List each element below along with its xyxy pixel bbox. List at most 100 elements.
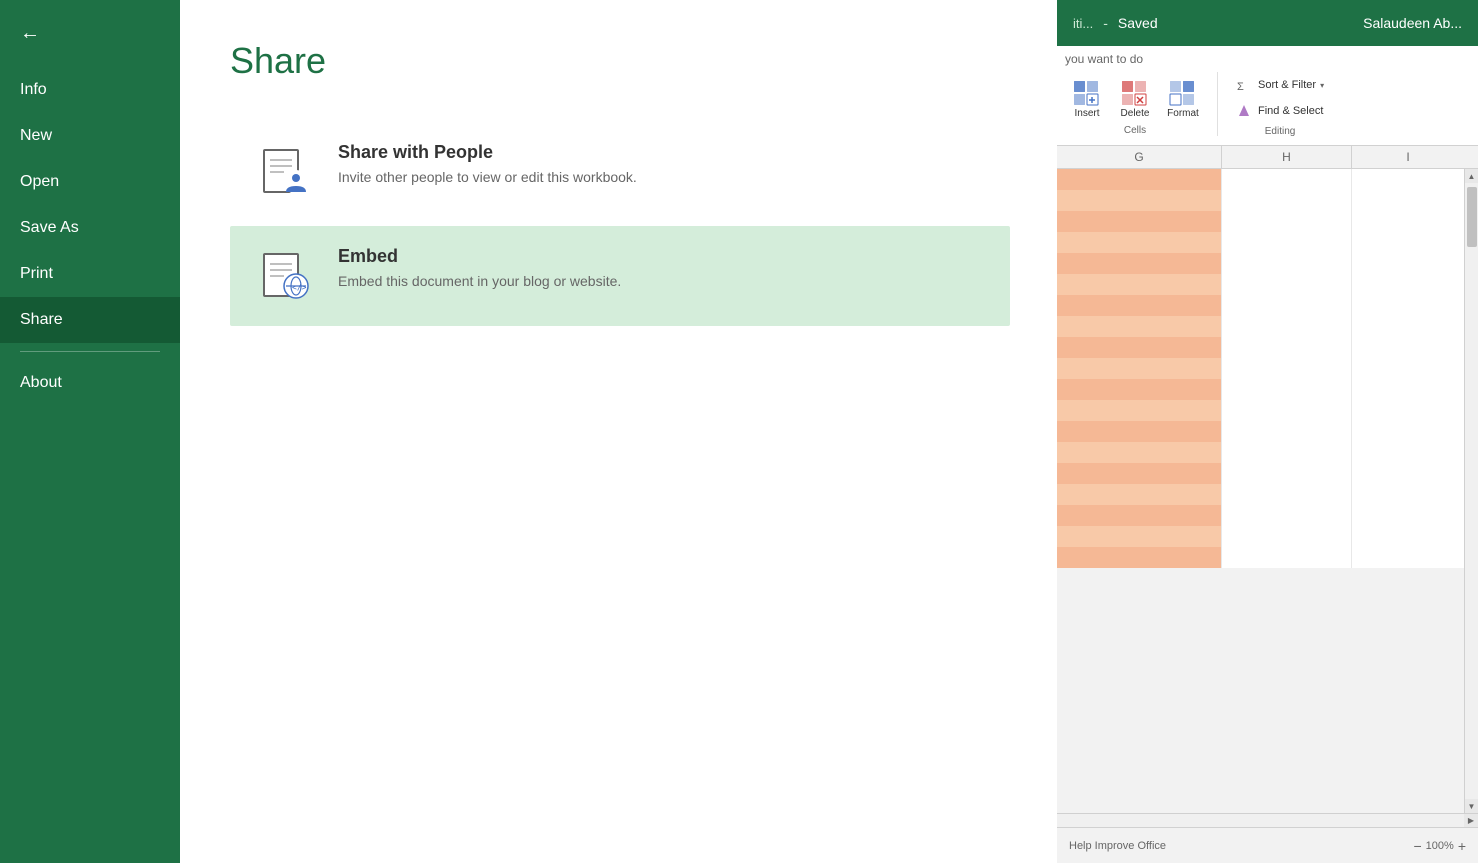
share-people-desc: Invite other people to view or edit this…	[338, 169, 637, 185]
cell-i[interactable]	[1352, 547, 1464, 568]
cell-i[interactable]	[1352, 379, 1464, 400]
delete-label: Delete	[1121, 108, 1150, 119]
cell-i[interactable]	[1352, 463, 1464, 484]
cell-h[interactable]	[1222, 442, 1352, 463]
cell-i[interactable]	[1352, 400, 1464, 421]
cell-h[interactable]	[1222, 379, 1352, 400]
grid-rows	[1057, 169, 1464, 568]
cell-h[interactable]	[1222, 337, 1352, 358]
main-content: Share Share with People Invite other peo…	[180, 0, 1060, 863]
grid-row	[1057, 274, 1464, 295]
grid-row	[1057, 337, 1464, 358]
cell-g[interactable]	[1057, 316, 1222, 337]
cell-g[interactable]	[1057, 547, 1222, 568]
grid-row	[1057, 358, 1464, 379]
cell-h[interactable]	[1222, 547, 1352, 568]
excel-title-partial: iti...	[1073, 16, 1093, 31]
vertical-scrollbar[interactable]: ▲ ▼	[1464, 169, 1478, 813]
cell-h[interactable]	[1222, 232, 1352, 253]
sidebar-item-about[interactable]: About	[0, 360, 180, 406]
cell-g[interactable]	[1057, 358, 1222, 379]
cell-h[interactable]	[1222, 505, 1352, 526]
cell-i[interactable]	[1352, 337, 1464, 358]
cell-i[interactable]	[1352, 358, 1464, 379]
cell-h[interactable]	[1222, 295, 1352, 316]
cell-i[interactable]	[1352, 232, 1464, 253]
format-button[interactable]: Format	[1161, 72, 1205, 123]
cell-i[interactable]	[1352, 316, 1464, 337]
cell-g[interactable]	[1057, 505, 1222, 526]
cell-h[interactable]	[1222, 463, 1352, 484]
grid-row	[1057, 316, 1464, 337]
insert-button[interactable]: Insert	[1065, 72, 1109, 123]
cell-g[interactable]	[1057, 232, 1222, 253]
delete-button[interactable]: Delete	[1113, 72, 1157, 123]
cell-i[interactable]	[1352, 190, 1464, 211]
sidebar-item-save-as[interactable]: Save As	[0, 205, 180, 251]
cell-h[interactable]	[1222, 190, 1352, 211]
cell-h[interactable]	[1222, 484, 1352, 505]
find-select-button[interactable]: Find & Select	[1230, 98, 1330, 124]
zoom-minus-btn[interactable]: −	[1413, 838, 1421, 854]
cell-i[interactable]	[1352, 421, 1464, 442]
share-with-people-option[interactable]: Share with People Invite other people to…	[230, 122, 1010, 222]
cell-g[interactable]	[1057, 442, 1222, 463]
embed-icon: </>	[254, 246, 314, 306]
cell-g[interactable]	[1057, 484, 1222, 505]
cell-h[interactable]	[1222, 274, 1352, 295]
cell-h[interactable]	[1222, 211, 1352, 232]
cell-i[interactable]	[1352, 295, 1464, 316]
grid-row	[1057, 505, 1464, 526]
cell-i[interactable]	[1352, 253, 1464, 274]
cell-i[interactable]	[1352, 484, 1464, 505]
cell-g[interactable]	[1057, 295, 1222, 316]
sidebar-item-info[interactable]: Info	[0, 67, 180, 113]
cell-g[interactable]	[1057, 274, 1222, 295]
sort-filter-chevron: ▾	[1320, 81, 1324, 90]
sidebar-item-open[interactable]: Open	[0, 159, 180, 205]
cell-g[interactable]	[1057, 463, 1222, 484]
excel-header: iti... - Saved Salaudeen Ab...	[1057, 0, 1478, 46]
scroll-right-arrow[interactable]: ▶	[1464, 814, 1478, 828]
back-button[interactable]: ←	[0, 0, 180, 67]
insert-icon	[1071, 76, 1103, 108]
cell-g[interactable]	[1057, 400, 1222, 421]
cell-g[interactable]	[1057, 211, 1222, 232]
cell-i[interactable]	[1352, 526, 1464, 547]
cell-g[interactable]	[1057, 526, 1222, 547]
cell-h[interactable]	[1222, 358, 1352, 379]
scroll-thumb[interactable]	[1467, 187, 1477, 247]
sort-filter-button[interactable]: Σ Sort & Filter ▾	[1230, 72, 1330, 98]
cell-g[interactable]	[1057, 337, 1222, 358]
grid-row	[1057, 232, 1464, 253]
horizontal-scrollbar[interactable]: ▶	[1057, 813, 1478, 827]
sidebar-item-share[interactable]: Share	[0, 297, 180, 343]
cell-g[interactable]	[1057, 253, 1222, 274]
cell-h[interactable]	[1222, 169, 1352, 190]
cell-g[interactable]	[1057, 169, 1222, 190]
editing-group-label: Editing	[1230, 126, 1330, 137]
zoom-plus-btn[interactable]: +	[1458, 838, 1466, 854]
cell-g[interactable]	[1057, 379, 1222, 400]
sidebar-item-new[interactable]: New	[0, 113, 180, 159]
col-header-h: H	[1222, 146, 1352, 168]
cell-i[interactable]	[1352, 274, 1464, 295]
cell-h[interactable]	[1222, 253, 1352, 274]
cell-h[interactable]	[1222, 421, 1352, 442]
embed-desc: Embed this document in your blog or webs…	[338, 273, 621, 289]
cell-i[interactable]	[1352, 442, 1464, 463]
cell-h[interactable]	[1222, 526, 1352, 547]
svg-text:Σ: Σ	[1237, 81, 1244, 93]
cell-g[interactable]	[1057, 421, 1222, 442]
cell-h[interactable]	[1222, 400, 1352, 421]
cell-i[interactable]	[1352, 211, 1464, 232]
cell-h[interactable]	[1222, 316, 1352, 337]
sidebar-item-print[interactable]: Print	[0, 251, 180, 297]
editing-group: Σ Sort & Filter ▾ Find & Select	[1230, 72, 1330, 137]
cell-i[interactable]	[1352, 169, 1464, 190]
scroll-up-arrow[interactable]: ▲	[1465, 169, 1478, 183]
scroll-down-arrow[interactable]: ▼	[1465, 799, 1478, 813]
embed-option[interactable]: </> Embed Embed this document in your bl…	[230, 226, 1010, 326]
cell-i[interactable]	[1352, 505, 1464, 526]
cell-g[interactable]	[1057, 190, 1222, 211]
